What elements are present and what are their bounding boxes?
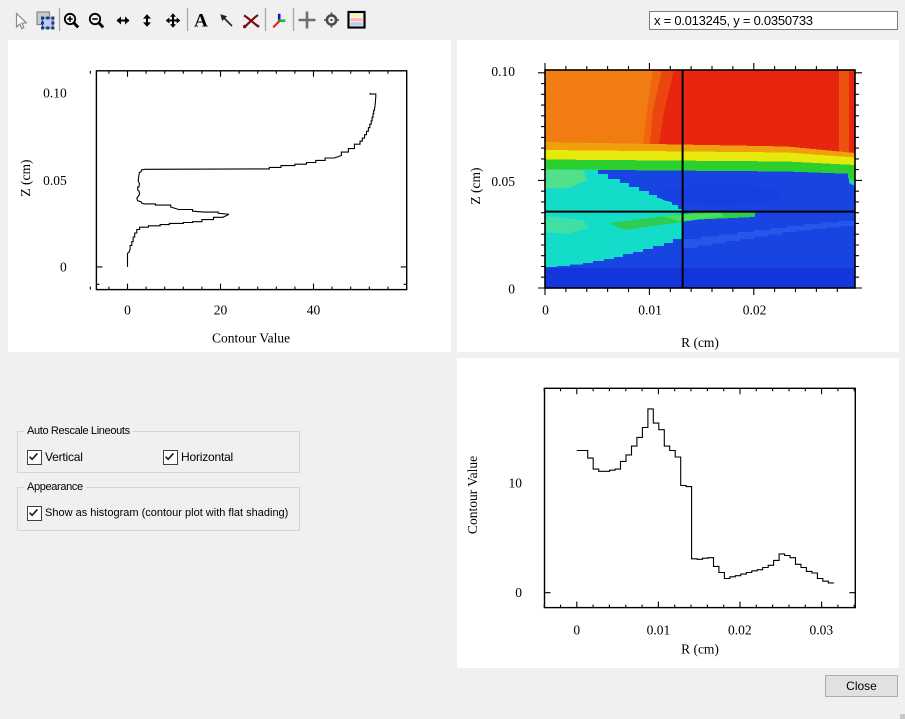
svg-text:0.05: 0.05 xyxy=(491,174,515,189)
svg-text:0: 0 xyxy=(508,282,515,297)
svg-text:0: 0 xyxy=(60,260,67,275)
svg-text:0: 0 xyxy=(124,303,131,318)
svg-text:R (cm): R (cm) xyxy=(681,335,719,350)
svg-text:0.01: 0.01 xyxy=(647,623,671,638)
svg-text:0: 0 xyxy=(515,585,522,600)
svg-text:Z (cm): Z (cm) xyxy=(18,159,33,196)
svg-text:R (cm): R (cm) xyxy=(681,642,719,657)
svg-text:0: 0 xyxy=(542,303,549,318)
svg-text:0.10: 0.10 xyxy=(491,64,515,79)
svg-text:Contour Value: Contour Value xyxy=(465,456,480,534)
svg-text:40: 40 xyxy=(307,303,321,318)
svg-text:0.03: 0.03 xyxy=(809,623,833,638)
svg-text:0.02: 0.02 xyxy=(743,303,767,318)
svg-text:10: 10 xyxy=(509,476,523,491)
svg-text:0.01: 0.01 xyxy=(638,303,662,318)
svg-text:0: 0 xyxy=(573,623,580,638)
svg-text:20: 20 xyxy=(214,303,228,318)
svg-text:A: A xyxy=(194,11,208,32)
svg-text:Z (cm): Z (cm) xyxy=(468,167,483,204)
svg-text:0.05: 0.05 xyxy=(43,173,67,188)
svg-text:0.02: 0.02 xyxy=(728,623,752,638)
svg-text:Contour Value: Contour Value xyxy=(212,331,290,346)
svg-text:0.10: 0.10 xyxy=(43,86,67,101)
